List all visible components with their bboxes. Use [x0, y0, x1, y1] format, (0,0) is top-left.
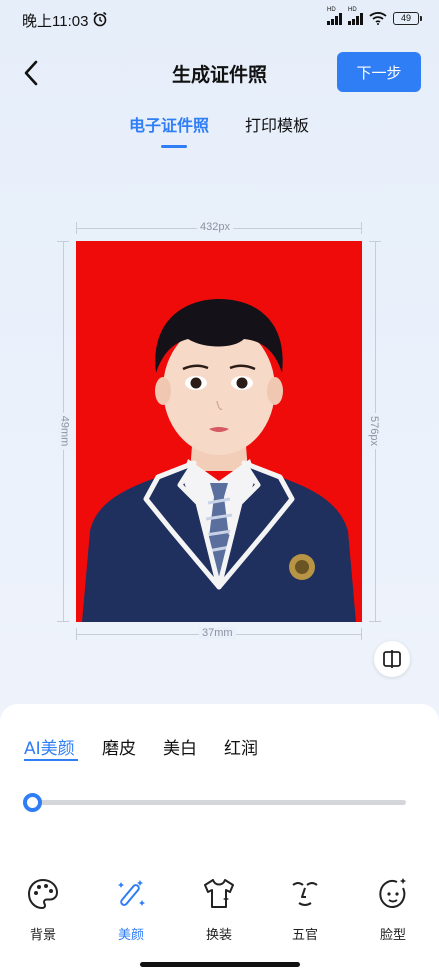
- compare-split-icon: [383, 650, 401, 668]
- beauty-tab-rosy[interactable]: 红润: [224, 734, 258, 759]
- compare-button[interactable]: [374, 641, 410, 677]
- height-mm-label: 49mm: [58, 412, 71, 450]
- beauty-intensity-slider[interactable]: [32, 800, 406, 805]
- tool-label: 脸型: [379, 928, 406, 943]
- tool-features[interactable]: 五官: [270, 876, 340, 946]
- dim-tick: [361, 222, 362, 234]
- tool-label: 换装: [205, 928, 232, 943]
- signal-hd-label: HD: [348, 7, 357, 13]
- face-shape-icon: [379, 878, 406, 908]
- tab-print-template[interactable]: 打印模板: [245, 112, 309, 136]
- dim-tick: [361, 628, 362, 640]
- home-indicator[interactable]: [140, 962, 300, 967]
- beauty-tab-ai[interactable]: AI美颜: [24, 734, 75, 759]
- tool-label: 背景: [29, 928, 56, 943]
- tool-change-outfit[interactable]: 换装: [184, 876, 254, 946]
- beauty-tab-smooth[interactable]: 磨皮: [102, 734, 136, 759]
- dim-tick: [57, 241, 69, 242]
- status-icons: HD HD 49: [327, 7, 422, 25]
- dim-tick: [57, 621, 69, 622]
- width-mm-label: 37mm: [199, 627, 236, 639]
- palette-icon: [27, 878, 59, 910]
- portrait-image: [76, 241, 362, 622]
- tool-beauty[interactable]: 美颜: [96, 876, 166, 946]
- tab-bar: 电子证件照 打印模板: [0, 112, 439, 152]
- face-features-icon: [292, 882, 318, 906]
- alarm-clock-icon: [93, 11, 107, 27]
- beauty-tab-indicator: [24, 759, 78, 761]
- shirt-icon: [204, 879, 234, 908]
- tool-background[interactable]: 背景: [8, 876, 78, 946]
- status-time: 晚上11:03: [22, 13, 89, 30]
- height-px-label: 576px: [367, 413, 380, 449]
- next-button[interactable]: 下一步: [337, 52, 421, 92]
- dim-tick: [369, 241, 381, 242]
- slider-thumb[interactable]: [23, 793, 42, 812]
- width-px-label: 432px: [197, 221, 233, 233]
- tool-label: 五官: [291, 928, 318, 943]
- signal-icon: HD: [348, 7, 363, 25]
- tool-label: 美颜: [117, 928, 144, 943]
- beauty-panel: AI美颜 磨皮 美白 红润 背景 美颜 换装 五官 脸型: [0, 704, 439, 975]
- status-bar: 晚上11:03 HD HD 49: [0, 0, 439, 40]
- signal-hd-label: HD: [327, 7, 336, 13]
- signal-icon: HD: [327, 7, 342, 25]
- battery-icon: 49: [393, 11, 422, 25]
- dim-tick: [76, 628, 77, 640]
- beauty-tab-whiten[interactable]: 美白: [163, 734, 197, 759]
- tool-face-shape[interactable]: 脸型: [358, 876, 428, 946]
- tab-active-indicator: [161, 145, 187, 148]
- id-photo-preview: [76, 241, 362, 622]
- dim-tick: [369, 621, 381, 622]
- wifi-icon: [369, 12, 387, 25]
- magic-wand-icon: [118, 880, 145, 906]
- dim-tick: [76, 222, 77, 234]
- tab-electronic-photo[interactable]: 电子证件照: [129, 112, 209, 136]
